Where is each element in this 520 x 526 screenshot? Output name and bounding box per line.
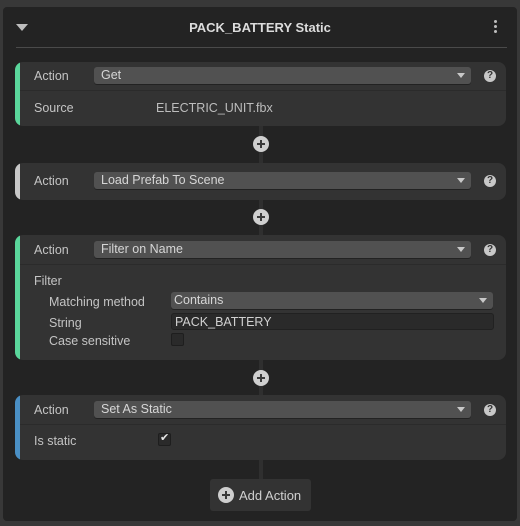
header-divider — [16, 47, 507, 48]
matching-method-label: Matching method — [49, 295, 145, 309]
case-sensitive-label: Case sensitive — [49, 334, 131, 348]
action-dropdown-value: Load Prefab To Scene — [101, 173, 225, 187]
help-icon[interactable]: ? — [484, 244, 496, 256]
action-dropdown[interactable]: Set As Static — [94, 401, 471, 418]
action-dropdown-value: Filter on Name — [101, 242, 183, 256]
action-card-load-prefab: Action Load Prefab To Scene ? — [15, 163, 506, 200]
dropdown-caret-icon — [457, 407, 465, 412]
card-divider — [20, 424, 506, 425]
action-label: Action — [34, 243, 69, 257]
action-dropdown-value: Get — [101, 68, 122, 82]
string-input[interactable]: PACK_BATTERY — [171, 313, 494, 330]
insert-action-plus-icon[interactable] — [253, 209, 269, 225]
matching-method-value: Contains — [174, 293, 224, 307]
action-card-set-as-static: Action Set As Static ? Is static ✔ — [15, 395, 506, 460]
more-options-icon[interactable] — [492, 19, 500, 35]
action-dropdown[interactable]: Get — [94, 67, 471, 84]
source-value[interactable]: ELECTRIC_UNIT.fbx — [156, 101, 273, 115]
panel-title: PACK_BATTERY Static — [189, 20, 331, 35]
dropdown-caret-icon — [457, 247, 465, 252]
matching-method-dropdown[interactable]: Contains — [171, 292, 493, 309]
add-action-label: Add Action — [239, 488, 302, 503]
help-icon[interactable]: ? — [484, 70, 496, 82]
action-label: Action — [34, 174, 69, 188]
action-stack-panel: PACK_BATTERY Static Action Get ? Source … — [3, 7, 517, 521]
action-dropdown[interactable]: Filter on Name — [94, 241, 471, 258]
action-card-filter-on-name: Action Filter on Name ? Filter Matching … — [15, 235, 506, 360]
add-action-button[interactable]: Add Action — [210, 479, 311, 511]
is-static-checkbox[interactable]: ✔ — [158, 432, 171, 446]
dropdown-caret-icon — [457, 73, 465, 78]
action-dropdown-value: Set As Static — [101, 402, 172, 416]
action-card-get: Action Get ? Source ELECTRIC_UNIT.fbx — [15, 62, 506, 126]
dropdown-caret-icon — [479, 298, 487, 303]
is-static-label: Is static — [34, 434, 77, 448]
panel-header: PACK_BATTERY Static — [3, 7, 517, 47]
dropdown-caret-icon — [457, 178, 465, 183]
insert-action-plus-icon[interactable] — [253, 370, 269, 386]
action-label: Action — [34, 403, 69, 417]
help-icon[interactable]: ? — [484, 175, 496, 187]
source-label: Source — [34, 101, 74, 115]
add-plus-icon — [218, 487, 234, 503]
connector-line — [259, 460, 263, 480]
filter-section-label: Filter — [34, 274, 62, 288]
case-sensitive-checkbox[interactable] — [171, 333, 184, 346]
string-label: String — [49, 316, 82, 330]
action-label: Action — [34, 69, 69, 83]
action-dropdown[interactable]: Load Prefab To Scene — [94, 172, 471, 189]
card-divider — [20, 264, 506, 265]
string-input-value: PACK_BATTERY — [175, 315, 272, 329]
checkmark-icon: ✔ — [160, 432, 170, 444]
insert-action-plus-icon[interactable] — [253, 136, 269, 152]
help-icon[interactable]: ? — [484, 404, 496, 416]
